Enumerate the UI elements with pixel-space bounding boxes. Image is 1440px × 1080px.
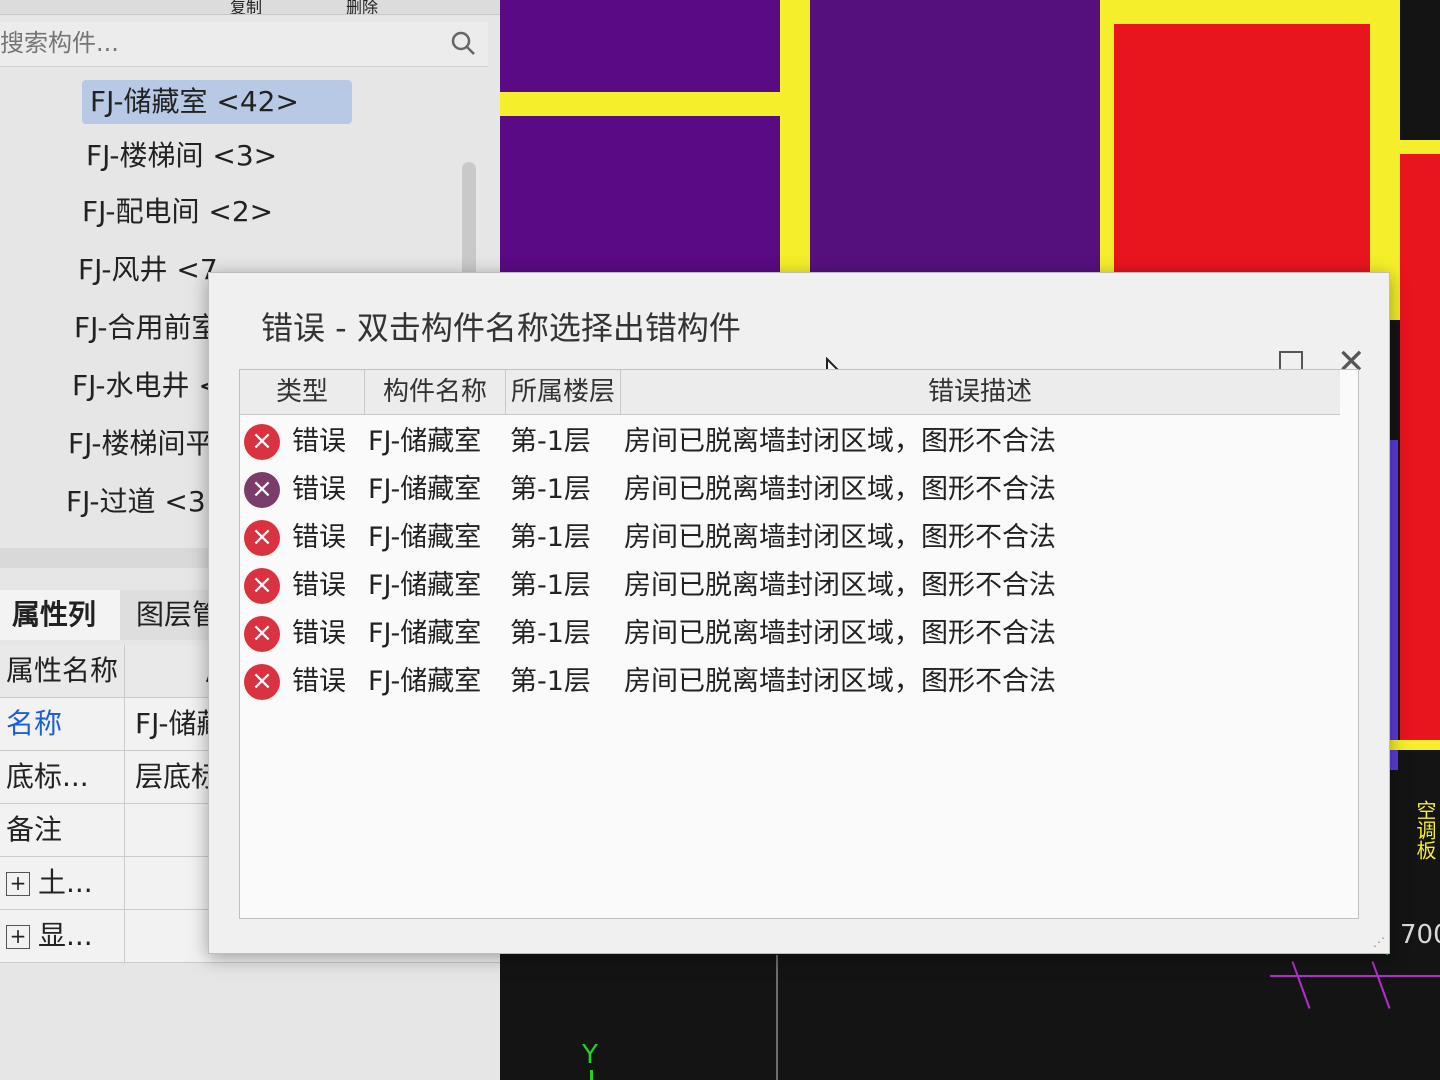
tree-item[interactable]: FJ-楼梯间平 xyxy=(60,422,221,466)
column-header-name[interactable]: 构件名称 xyxy=(365,370,506,414)
property-group[interactable]: + 土... xyxy=(6,857,122,909)
error-description: 房间已脱离墙封闭区域，图形不合法 xyxy=(624,618,1056,649)
delete-button[interactable]: 删除 xyxy=(346,0,378,14)
property-name: 备注 xyxy=(6,813,63,846)
error-component-name[interactable]: FJ-储藏室 xyxy=(368,514,481,562)
error-icon: × xyxy=(244,424,280,460)
axis-line xyxy=(776,955,778,1080)
error-list-header: 类型 构件名称 所属楼层 错误描述 xyxy=(240,370,1340,415)
error-type: 错误 xyxy=(292,570,346,601)
cad-label: 空调板 xyxy=(1413,800,1437,860)
tree-item[interactable]: FJ-楼梯间 <3> xyxy=(78,134,285,178)
error-dialog: 错误 - 双击构件名称选择出错构件 ✕ 类型 构件名称 所属楼层 错误描述 × … xyxy=(208,272,1390,954)
error-floor: 第-1层 xyxy=(510,426,591,457)
expand-icon[interactable]: + xyxy=(6,872,30,896)
search-input[interactable] xyxy=(0,28,440,58)
property-group[interactable]: + 显... xyxy=(6,910,122,962)
error-type: 错误 xyxy=(292,522,346,553)
wall xyxy=(500,92,800,116)
wall xyxy=(1100,0,1114,310)
room-block xyxy=(810,0,1100,310)
column-header-floor[interactable]: 所属楼层 xyxy=(506,370,621,414)
column-header-description[interactable]: 错误描述 xyxy=(621,370,1339,414)
wall xyxy=(780,0,810,300)
column-header-name: 属性名称 xyxy=(6,654,119,687)
error-description: 房间已脱离墙封闭区域，图形不合法 xyxy=(624,426,1056,457)
error-icon: × xyxy=(244,664,280,700)
dialog-title: 错误 - 双击构件名称选择出错构件 xyxy=(261,309,741,347)
tree-item[interactable]: FJ-水电井 < xyxy=(64,364,230,408)
error-row[interactable]: × 错误 FJ-储藏室 第-1层 房间已脱离墙封闭区域，图形不合法 xyxy=(240,466,1340,514)
error-icon: × xyxy=(244,472,280,508)
error-description: 房间已脱离墙封闭区域，图形不合法 xyxy=(624,666,1056,697)
error-type: 错误 xyxy=(292,618,346,649)
error-description: 房间已脱离墙封闭区域，图形不合法 xyxy=(624,570,1056,601)
error-row[interactable]: × 错误 FJ-储藏室 第-1层 房间已脱离墙封闭区域，图形不合法 xyxy=(240,610,1340,658)
room-block xyxy=(1400,150,1440,740)
error-list: 类型 构件名称 所属楼层 错误描述 × 错误 FJ-储藏室 第-1层 房间已脱离… xyxy=(239,369,1359,919)
error-description: 房间已脱离墙封闭区域，图形不合法 xyxy=(624,522,1056,553)
error-floor: 第-1层 xyxy=(510,474,591,505)
error-description: 房间已脱离墙封闭区域，图形不合法 xyxy=(624,474,1056,505)
wall xyxy=(1400,140,1440,154)
tree-item[interactable]: FJ-风井 <7 xyxy=(70,248,226,292)
error-row[interactable]: × 错误 FJ-储藏室 第-1层 房间已脱离墙封闭区域，图形不合法 xyxy=(240,658,1340,706)
error-row[interactable]: × 错误 FJ-储藏室 第-1层 房间已脱离墙封闭区域，图形不合法 xyxy=(240,514,1340,562)
axis-label: Y xyxy=(582,1040,598,1070)
error-component-name[interactable]: FJ-储藏室 xyxy=(368,562,481,610)
search-icon[interactable] xyxy=(450,30,476,56)
tab-property-list[interactable]: 属性列表 xyxy=(0,590,120,681)
column-header-type[interactable]: 类型 xyxy=(240,370,365,414)
expand-icon[interactable]: + xyxy=(6,925,30,949)
property-name: 底标... xyxy=(6,760,89,793)
resize-grip-icon[interactable]: ⋰ xyxy=(1373,935,1385,949)
error-floor: 第-1层 xyxy=(510,570,591,601)
property-name: 土... xyxy=(38,866,93,899)
error-component-name[interactable]: FJ-储藏室 xyxy=(368,610,481,658)
error-component-name[interactable]: FJ-储藏室 xyxy=(368,466,481,514)
copy-button[interactable]: 复制 xyxy=(230,0,262,14)
dimension-tick xyxy=(1371,961,1391,1009)
tree-item[interactable]: FJ-储藏室 <42> xyxy=(82,80,352,124)
tree-item[interactable]: FJ-过道 <3 xyxy=(58,480,214,524)
error-component-name[interactable]: FJ-储藏室 xyxy=(368,418,481,466)
search-bar xyxy=(0,22,488,67)
wall xyxy=(1384,740,1440,750)
dimension-label: 700 xyxy=(1400,920,1440,950)
error-icon: × xyxy=(244,520,280,556)
error-type: 错误 xyxy=(292,426,346,457)
error-floor: 第-1层 xyxy=(510,618,591,649)
axis-tick xyxy=(590,1070,593,1080)
error-type: 错误 xyxy=(292,666,346,697)
error-floor: 第-1层 xyxy=(510,666,591,697)
room-block xyxy=(500,0,800,290)
property-name: 显... xyxy=(38,919,93,952)
error-row[interactable]: × 错误 FJ-储藏室 第-1层 房间已脱离墙封闭区域，图形不合法 xyxy=(240,562,1340,610)
tree-item[interactable]: FJ-合用前室 xyxy=(66,306,227,350)
error-floor: 第-1层 xyxy=(510,522,591,553)
dimension-tick xyxy=(1291,961,1311,1009)
error-type: 错误 xyxy=(292,474,346,505)
property-name: 名称 xyxy=(6,707,63,740)
panel-toolbar: 复制 删除 xyxy=(0,0,500,15)
wall xyxy=(1100,0,1400,24)
tree-item[interactable]: FJ-配电间 <2> xyxy=(74,190,281,234)
error-row[interactable]: × 错误 FJ-储藏室 第-1层 房间已脱离墙封闭区域，图形不合法 xyxy=(240,418,1340,466)
error-component-name[interactable]: FJ-储藏室 xyxy=(368,658,481,706)
error-icon: × xyxy=(244,568,280,604)
error-icon: × xyxy=(244,616,280,652)
